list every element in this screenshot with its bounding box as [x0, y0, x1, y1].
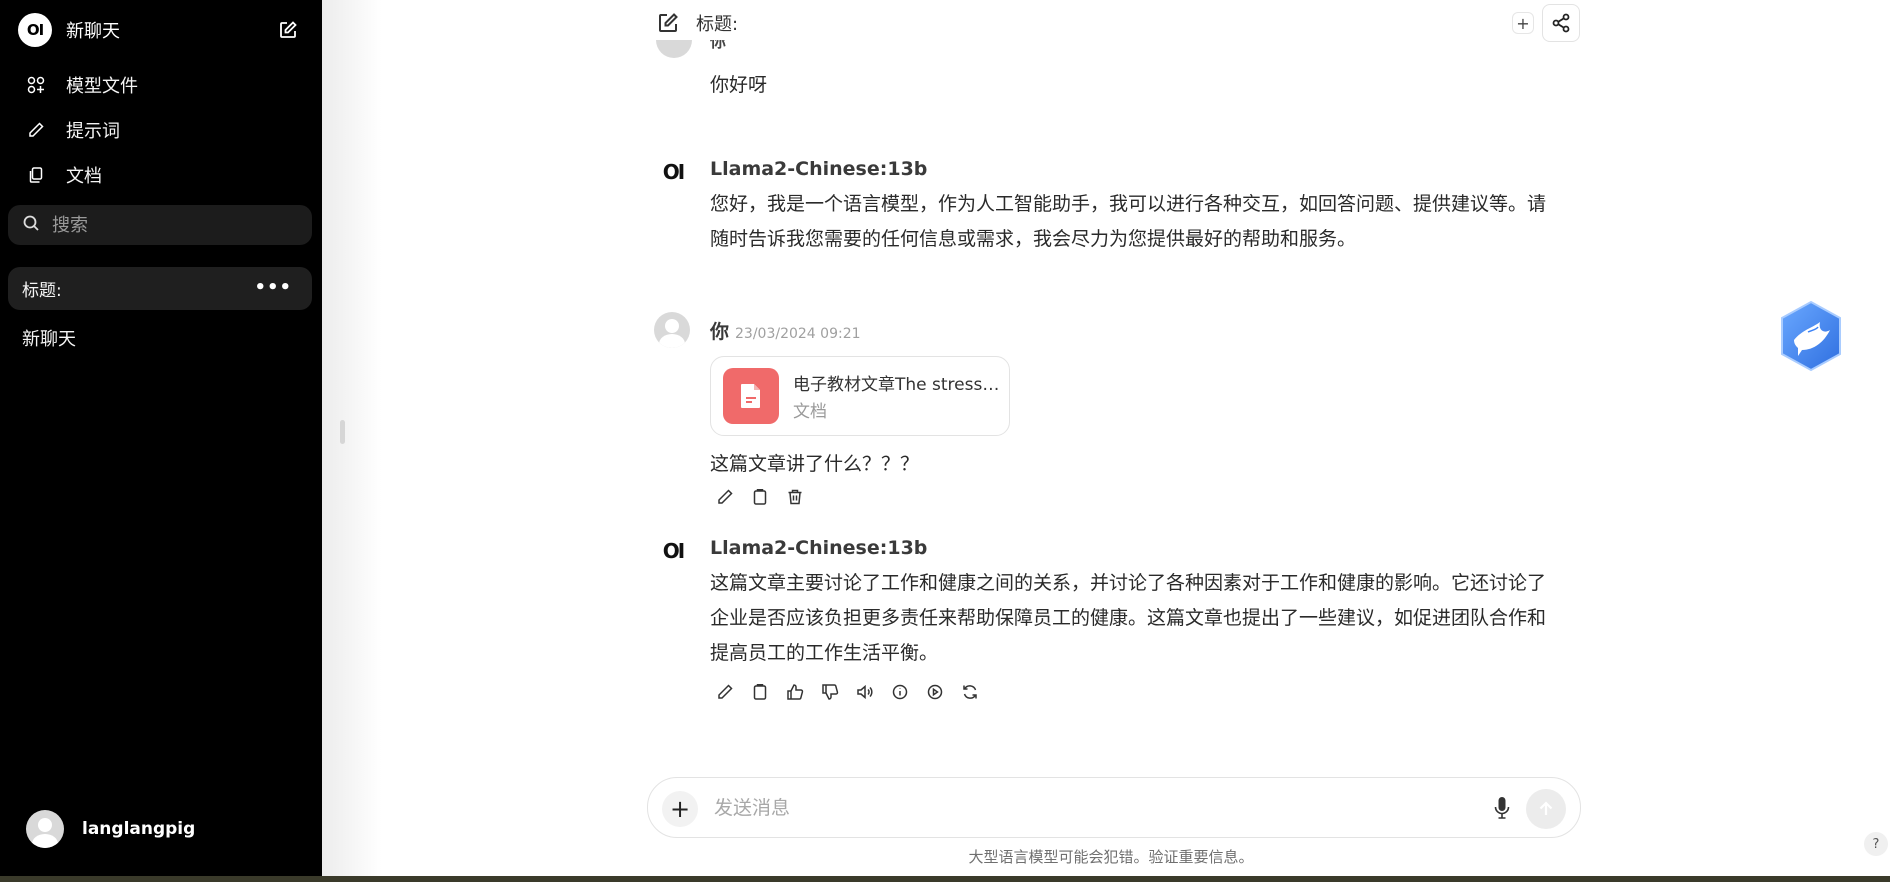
message-timestamp: 23/03/2024 09:21: [735, 326, 861, 342]
speaker-icon[interactable]: [850, 680, 885, 704]
add-icon[interactable]: +: [1512, 12, 1534, 34]
share-button[interactable]: [1542, 4, 1580, 42]
sidebar-item-models[interactable]: 模型文件: [18, 62, 308, 107]
new-chat-icon[interactable]: [656, 11, 680, 35]
chat-title: 标题:: [696, 14, 739, 35]
copy-icon[interactable]: [745, 680, 780, 704]
chat-item[interactable]: 新聊天: [22, 325, 76, 351]
sidebar: OI 新聊天 模型文件 提示词 文档 搜索 标题: ••• 新聊天 langla…: [0, 0, 322, 876]
trash-icon[interactable]: [780, 485, 815, 509]
user-avatar: [654, 312, 690, 348]
sidebar-item-label: 模型文件: [66, 75, 138, 97]
content-shadow: [322, 0, 382, 876]
attach-button[interactable]: +: [662, 791, 698, 827]
new-chat-label[interactable]: 新聊天: [66, 17, 120, 43]
file-type: 文档: [793, 402, 827, 422]
bottom-edge: [0, 876, 1890, 882]
sidebar-nav: 模型文件 提示词 文档: [18, 62, 308, 197]
user-menu[interactable]: langlangpig: [26, 810, 195, 848]
assistant-message-actions: [710, 680, 990, 704]
file-name: 电子教材文章The stress of work in modern life.…: [793, 375, 1003, 395]
sidebar-item-prompts[interactable]: 提示词: [18, 107, 308, 152]
sidebar-search[interactable]: [8, 205, 312, 245]
chat-item-title: 标题:: [22, 281, 62, 301]
pencil-icon: [26, 120, 46, 140]
username: langlangpig: [82, 819, 196, 839]
search-input[interactable]: [52, 214, 292, 236]
microphone-icon[interactable]: [1490, 796, 1514, 820]
sidebar-resize-handle[interactable]: [340, 420, 345, 444]
message-text: 这篇文章讲了什么？？？: [710, 453, 920, 475]
chat-header: 标题: +: [656, 4, 1580, 42]
arrow-up-icon: [1539, 801, 1553, 815]
models-icon: [26, 75, 46, 95]
more-options-icon[interactable]: •••: [254, 277, 292, 298]
sidebar-new-chat-row[interactable]: OI 新聊天: [18, 13, 298, 47]
file-attachment[interactable]: 电子教材文章The stress of work in modern life.…: [710, 356, 1010, 436]
user-avatar: [656, 40, 692, 66]
play-icon[interactable]: [920, 680, 955, 704]
thumbs-up-icon[interactable]: [780, 680, 815, 704]
message-author: 你: [710, 40, 727, 51]
message-text: 这篇文章主要讨论了工作和健康之间的关系，并讨论了各种因素对于工作和健康的影响。它…: [710, 572, 1547, 664]
message-header: 你 23/03/2024 09:21: [710, 317, 861, 344]
model-logo: OI: [662, 160, 685, 184]
send-button[interactable]: [1526, 789, 1566, 829]
documents-icon: [26, 165, 46, 185]
document-icon: [723, 368, 779, 424]
share-icon: [1552, 13, 1570, 33]
sidebar-item-documents[interactable]: 文档: [18, 152, 308, 197]
thumbs-down-icon[interactable]: [815, 680, 850, 704]
sidebar-item-label: 文档: [66, 165, 102, 187]
edit-icon[interactable]: [710, 680, 745, 704]
message-author: Llama2-Chinese:13b: [710, 158, 928, 180]
search-icon: [22, 214, 40, 236]
disclaimer-text: 大型语言模型可能会犯错。验证重要信息。: [968, 848, 1254, 866]
message-author: Llama2-Chinese:13b: [710, 537, 928, 559]
info-icon[interactable]: [885, 680, 920, 704]
copy-icon[interactable]: [745, 485, 780, 509]
help-button[interactable]: ?: [1864, 832, 1888, 856]
sidebar-item-label: 提示词: [66, 120, 120, 142]
edit-icon[interactable]: [710, 485, 745, 509]
file-info: 电子教材文章The stress of work in modern life.…: [793, 370, 1003, 422]
model-logo: OI: [662, 539, 685, 563]
regenerate-icon[interactable]: [955, 680, 990, 704]
message-composer: +: [647, 777, 1581, 838]
floating-assistant-button[interactable]: [1778, 300, 1844, 372]
message-text: 你好呀: [710, 74, 768, 96]
user-message-actions: [710, 485, 815, 509]
message-input[interactable]: [714, 792, 1414, 824]
message-text: 您好，我是一个语言模型，作为人工智能助手，我可以进行各种交互，如回答问题、提供建…: [710, 193, 1547, 250]
message-author: 你: [710, 321, 730, 343]
new-chat-edit-icon[interactable]: [278, 20, 298, 40]
app-window: OI 新聊天 模型文件 提示词 文档 搜索 标题: ••• 新聊天 langla…: [0, 0, 1890, 882]
chat-item-active[interactable]: 标题: •••: [8, 267, 312, 310]
user-avatar: [26, 810, 64, 848]
app-logo: OI: [18, 13, 52, 47]
